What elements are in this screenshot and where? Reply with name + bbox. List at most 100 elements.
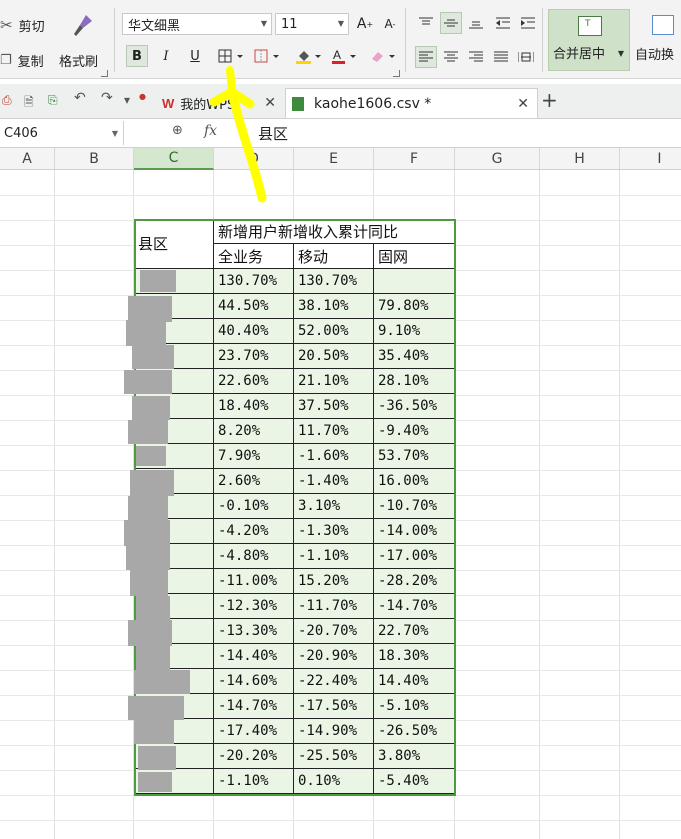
table-cell[interactable]: 22.70% [374, 619, 455, 644]
table-cell[interactable] [374, 269, 455, 294]
table-cell[interactable]: -20.90% [294, 644, 374, 669]
table-cell[interactable]: -4.80% [214, 544, 294, 569]
table-cell[interactable]: -17.00% [374, 544, 455, 569]
table-cell[interactable]: 37.50% [294, 394, 374, 419]
table-cell[interactable]: -25.50% [294, 744, 374, 769]
sub-header[interactable]: 移动 [294, 244, 374, 269]
table-cell[interactable]: 38.10% [294, 294, 374, 319]
copy-button[interactable]: ❐ 复制 [0, 49, 44, 71]
column-header-e[interactable]: E [294, 148, 374, 170]
table-cell[interactable]: -12.30% [214, 594, 294, 619]
print-preview-icon[interactable]: 🗎 [24, 93, 34, 114]
table-cell[interactable]: -11.00% [214, 569, 294, 594]
close-icon[interactable]: ✕ [264, 95, 276, 111]
table-cell[interactable]: 79.80% [374, 294, 455, 319]
column-header-f[interactable]: F [374, 148, 455, 170]
table-cell[interactable]: 35.40% [374, 344, 455, 369]
table-cell[interactable]: -14.00% [374, 519, 455, 544]
column-header-i[interactable]: I [620, 148, 681, 170]
table-cell[interactable]: 21.10% [294, 369, 374, 394]
table-cell[interactable]: 18.40% [214, 394, 294, 419]
decrease-indent-button[interactable] [492, 12, 514, 34]
font-family-select[interactable]: 华文细黑 ▼ [122, 13, 272, 35]
name-box[interactable]: C406 ▼ [0, 121, 124, 145]
increase-font-button[interactable]: A + [354, 13, 376, 35]
header-district[interactable]: 县区 [134, 219, 214, 269]
tab-kaohe1606[interactable]: kaohe1606.csv * ✕ [285, 88, 538, 118]
pdf-export-icon[interactable]: ⎙ [2, 93, 12, 108]
table-cell[interactable]: 11.70% [294, 419, 374, 444]
table-cell[interactable]: -22.40% [294, 669, 374, 694]
table-cell[interactable]: 52.00% [294, 319, 374, 344]
formula-content[interactable]: 县区 [258, 123, 288, 144]
cut-button[interactable]: ✂ 剪切 [0, 14, 45, 36]
table-cell[interactable]: -10.70% [374, 494, 455, 519]
cell-style-button[interactable] [252, 45, 284, 67]
font-color-button[interactable]: A [330, 45, 360, 67]
table-cell[interactable]: -1.10% [214, 769, 294, 794]
table-cell[interactable]: 53.70% [374, 444, 455, 469]
align-center-button[interactable] [440, 46, 462, 68]
more-chevron-icon[interactable]: ▾ [124, 93, 130, 107]
table-cell[interactable]: 130.70% [214, 269, 294, 294]
tab-my-wps[interactable]: W 我的WPS ✕ [156, 88, 284, 118]
table-cell[interactable]: 23.70% [214, 344, 294, 369]
table-cell[interactable]: -14.60% [214, 669, 294, 694]
clear-format-button[interactable] [368, 45, 398, 67]
underline-button[interactable]: U [184, 45, 206, 67]
align-top-button[interactable] [415, 12, 437, 34]
table-cell[interactable]: -0.10% [214, 494, 294, 519]
table-cell[interactable]: -9.40% [374, 419, 455, 444]
column-header-d[interactable]: D [214, 148, 294, 170]
table-cell[interactable]: -4.20% [214, 519, 294, 544]
align-middle-button[interactable] [440, 12, 462, 34]
table-cell[interactable]: -1.30% [294, 519, 374, 544]
table-cell[interactable]: 7.90% [214, 444, 294, 469]
distributed-align-button[interactable] [515, 46, 537, 68]
align-left-button[interactable] [415, 46, 437, 68]
undo-icon[interactable]: ↶ [74, 90, 86, 106]
sub-header[interactable]: 固网 [374, 244, 455, 269]
table-cell[interactable]: 18.30% [374, 644, 455, 669]
table-cell[interactable]: -17.40% [214, 719, 294, 744]
table-cell[interactable]: -14.40% [214, 644, 294, 669]
column-header-b[interactable]: B [55, 148, 134, 170]
table-cell[interactable]: -20.20% [214, 744, 294, 769]
print-icon[interactable]: ⎘ [48, 93, 58, 108]
table-cell[interactable]: -28.20% [374, 569, 455, 594]
table-cell[interactable]: 9.10% [374, 319, 455, 344]
table-cell[interactable]: -11.70% [294, 594, 374, 619]
table-cell[interactable]: 16.00% [374, 469, 455, 494]
table-cell[interactable]: 40.40% [214, 319, 294, 344]
table-cell[interactable]: -36.50% [374, 394, 455, 419]
table-cell[interactable]: 15.20% [294, 569, 374, 594]
format-painter-button[interactable]: 格式刷 [59, 49, 98, 71]
table-cell[interactable]: 3.80% [374, 744, 455, 769]
increase-indent-button[interactable] [517, 12, 539, 34]
table-cell[interactable]: -20.70% [294, 619, 374, 644]
table-cell[interactable]: -14.90% [294, 719, 374, 744]
table-cell[interactable]: 14.40% [374, 669, 455, 694]
zoom-search-icon[interactable]: ⊕ [172, 123, 183, 138]
table-cell[interactable]: -5.40% [374, 769, 455, 794]
table-cell[interactable]: 22.60% [214, 369, 294, 394]
table-cell[interactable]: -5.10% [374, 694, 455, 719]
table-cell[interactable]: 20.50% [294, 344, 374, 369]
new-tab-plus-icon[interactable]: + [541, 88, 558, 112]
close-icon[interactable]: ✕ [517, 96, 529, 112]
font-launcher-icon[interactable] [393, 70, 400, 77]
clipboard-launcher-icon[interactable] [101, 70, 108, 77]
table-cell[interactable]: -13.30% [214, 619, 294, 644]
column-header-a[interactable]: A [0, 148, 55, 170]
table-cell[interactable]: 44.50% [214, 294, 294, 319]
header-group[interactable]: 新增用户新增收入累计同比 [214, 219, 455, 244]
font-size-select[interactable]: 11 ▼ [275, 13, 349, 35]
table-cell[interactable]: 130.70% [294, 269, 374, 294]
wrap-text-button[interactable]: 自动换 [632, 9, 681, 71]
bold-button[interactable]: B [126, 45, 148, 67]
table-cell[interactable]: 8.20% [214, 419, 294, 444]
column-header-h[interactable]: H [540, 148, 620, 170]
table-cell[interactable]: 2.60% [214, 469, 294, 494]
align-bottom-button[interactable] [465, 12, 487, 34]
table-cell[interactable]: -1.40% [294, 469, 374, 494]
